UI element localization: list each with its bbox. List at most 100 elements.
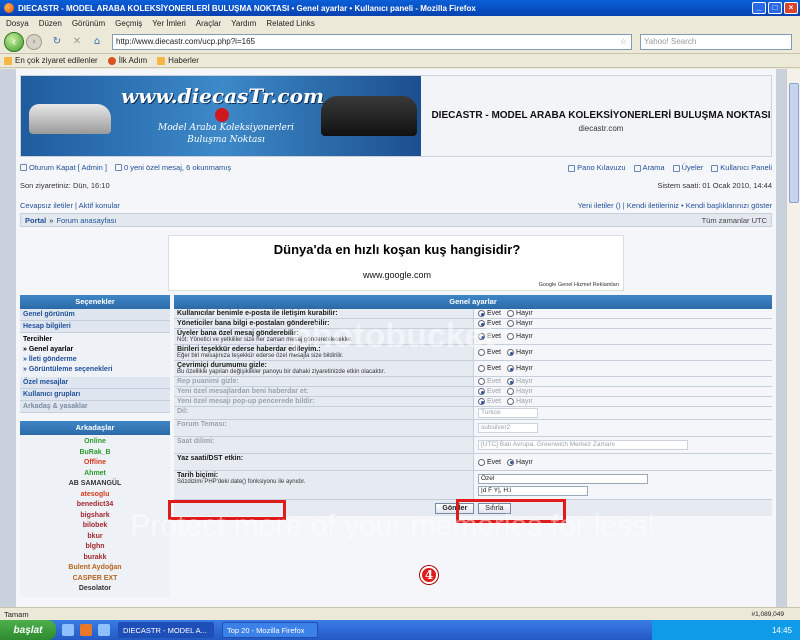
friend-offline[interactable]: AB SAMANGÜL — [20, 479, 170, 490]
menu-related-links[interactable]: Related Links — [266, 19, 314, 28]
home-icon[interactable]: ⌂ — [90, 35, 104, 49]
search-input[interactable]: Yahoo! Search — [640, 33, 792, 50]
radio-no[interactable]: Hayır — [507, 378, 533, 385]
menu-yardim[interactable]: Yardım — [231, 19, 256, 28]
radio-label: Evet — [487, 388, 502, 395]
bookmark-star-icon[interactable]: ☆ — [620, 37, 627, 46]
sidebar-item-posting[interactable]: » İleti gönderme — [23, 355, 167, 365]
timezone-select[interactable]: [UTC] Batı Avrupa, Greenwich Merkez Zama… — [478, 440, 688, 450]
ad-question[interactable]: Dünya'da en hızlı koşan kuş hangisidir? — [169, 242, 625, 257]
minimize-button[interactable]: _ — [752, 2, 766, 14]
radio-yes[interactable]: Evet — [478, 333, 501, 340]
radio-yes[interactable]: Evet — [478, 398, 501, 405]
stop-icon[interactable]: ✕ — [70, 35, 84, 49]
friend-offline[interactable]: bkur — [20, 532, 170, 543]
radio-no[interactable]: Hayır — [507, 310, 533, 317]
bookmark-getting-started[interactable]: İlk Adım — [107, 56, 147, 65]
radio-yes[interactable]: Evet — [478, 310, 501, 317]
friend-online[interactable]: BuRak_B — [20, 448, 170, 459]
sidebar-item-usergroups[interactable]: Kullanıcı grupları — [20, 389, 170, 401]
friend-offline[interactable]: benedict34 — [20, 500, 170, 511]
desktop-quicklaunch-icon[interactable] — [98, 624, 110, 636]
style-select[interactable]: subsilver2 — [478, 423, 538, 433]
radio-no[interactable]: Hayır — [507, 365, 533, 372]
firefox-quicklaunch-icon[interactable] — [80, 624, 92, 636]
dst-yes-radio[interactable]: Evet — [478, 458, 502, 466]
date-format-input[interactable]: |d F Y|, H:i — [478, 486, 588, 496]
sidebar-item-general-settings[interactable]: » Genel ayarlar — [23, 345, 167, 355]
sidebar-item-display[interactable]: » Görüntüleme seçenekleri — [23, 365, 167, 375]
sidebar-item-profile[interactable]: Hesap bilgileri — [20, 321, 170, 333]
faq-link[interactable]: Pano Kılavuzu — [577, 163, 625, 172]
vertical-scrollbar[interactable] — [786, 69, 800, 607]
menu-duzen[interactable]: Düzen — [39, 19, 62, 28]
sidebar-item-private-messages[interactable]: Özel mesajlar — [20, 377, 170, 389]
friend-offline[interactable]: Ahmet — [20, 469, 170, 480]
pm-link[interactable]: 0 yeni özel mesaj, 6 okunmamış — [124, 163, 231, 172]
option-row: Çevrimiçi durumumu gizle: Bu özellikle ya… — [174, 361, 772, 377]
menu-gorunum[interactable]: Görünüm — [72, 19, 105, 28]
menu-yer-imleri[interactable]: Yer İmleri — [152, 19, 186, 28]
option-label: Üyeler bana özel mesaj gönderebilir: Not:… — [174, 329, 474, 344]
taskbar-item-diecastr[interactable]: DIECASTR - MODEL A... — [118, 622, 214, 638]
new-posts-links[interactable]: Yeni iletiler () | Kendi iletileriniz • … — [578, 201, 772, 210]
radio-yes[interactable]: Evet — [478, 349, 501, 356]
friend-offline[interactable]: bigshark — [20, 511, 170, 522]
google-ad[interactable]: Dünya'da en hızlı koşan kuş hangisidir? … — [168, 235, 624, 291]
logout-link[interactable]: Oturum Kapat [ Admin ] — [29, 163, 107, 172]
ad-google-label[interactable]: Google Genel Hizmet Reklamları — [539, 282, 619, 288]
breadcrumb-forum[interactable]: Forum anasayfası — [56, 216, 116, 225]
bookmark-most-visited[interactable]: En çok ziyaret edilenler — [4, 56, 98, 65]
url-bar[interactable]: http://www.diecastr.com/ucp.php?i=165 ☆ — [112, 33, 632, 50]
menu-araclar[interactable]: Araçlar — [196, 19, 221, 28]
visit-info: Son ziyaretiniz: Dün, 16:10 Sistem saati… — [20, 181, 772, 190]
friend-offline[interactable]: blghn — [20, 542, 170, 553]
friend-offline[interactable]: bilobek — [20, 521, 170, 532]
search-link[interactable]: Arama — [643, 163, 665, 172]
friend-offline[interactable]: Bulent Aydoğan — [20, 563, 170, 574]
option-label-text: Yeni özel mesajlardan beni haberdar et: — [177, 388, 309, 395]
option-value: Evet Hayır — [474, 397, 772, 406]
radio-label: Evet — [487, 458, 502, 466]
back-button[interactable]: ‹ — [4, 31, 24, 52]
sidebar-item-overview[interactable]: Genel görünüm — [20, 309, 170, 321]
date-format-select[interactable]: Özel — [478, 474, 648, 484]
ucp-sidebar: Seçenekler Genel görünüm Hesap bilgileri… — [20, 295, 170, 597]
maximize-button[interactable]: □ — [768, 2, 782, 14]
friend-offline[interactable]: CASPER EXT — [20, 574, 170, 585]
radio-yes[interactable]: Evet — [478, 378, 501, 385]
forward-button[interactable]: › — [26, 33, 42, 50]
unanswered-active-links[interactable]: Cevapsız iletiler | Aktif konular — [20, 201, 120, 210]
breadcrumb-portal[interactable]: Portal — [25, 216, 46, 225]
option-label-text: Birileri teşekkür ederse haberdar ediley… — [177, 346, 321, 353]
radio-yes[interactable]: Evet — [478, 388, 501, 395]
ie-quicklaunch-icon[interactable] — [62, 624, 74, 636]
friend-offline[interactable]: atesoglu — [20, 490, 170, 501]
radio-no[interactable]: Hayır — [507, 398, 533, 405]
close-button[interactable]: × — [784, 2, 798, 14]
radio-no[interactable]: Hayır — [507, 388, 533, 395]
members-link[interactable]: Üyeler — [682, 163, 704, 172]
site-banner[interactable]: www.diecasTr.com Model Araba Koleksiyone… — [21, 76, 421, 156]
dst-no-radio[interactable]: Hayır — [507, 458, 533, 466]
menu-dosya[interactable]: Dosya — [6, 19, 29, 28]
start-button[interactable]: başlat — [0, 620, 56, 640]
sidebar-item-friends-foes[interactable]: Arkadaş & yasaklar — [20, 401, 170, 413]
ad-url[interactable]: www.google.com — [169, 270, 625, 280]
radio-no[interactable]: Hayır — [507, 333, 533, 340]
language-select[interactable]: Turkce — [478, 408, 538, 418]
option-value: Evet Hayır — [474, 361, 772, 376]
radio-no[interactable]: Hayır — [507, 349, 533, 356]
taskbar-item-top20[interactable]: Top 20 - Mozilla Firefox — [222, 622, 318, 638]
bookmark-news[interactable]: Haberler — [157, 56, 199, 65]
ucp-link[interactable]: Kullanıcı Paneli — [720, 163, 772, 172]
radio-dot — [478, 310, 485, 317]
radio-no[interactable]: Hayır — [507, 320, 533, 327]
friend-offline[interactable]: burakk — [20, 553, 170, 564]
radio-yes[interactable]: Evet — [478, 320, 501, 327]
radio-yes[interactable]: Evet — [478, 365, 501, 372]
friend-offline[interactable]: Desolator — [20, 584, 170, 595]
menu-gecmis[interactable]: Geçmiş — [115, 19, 142, 28]
scrollbar-thumb[interactable] — [789, 83, 799, 203]
reload-icon[interactable]: ↻ — [50, 35, 64, 49]
